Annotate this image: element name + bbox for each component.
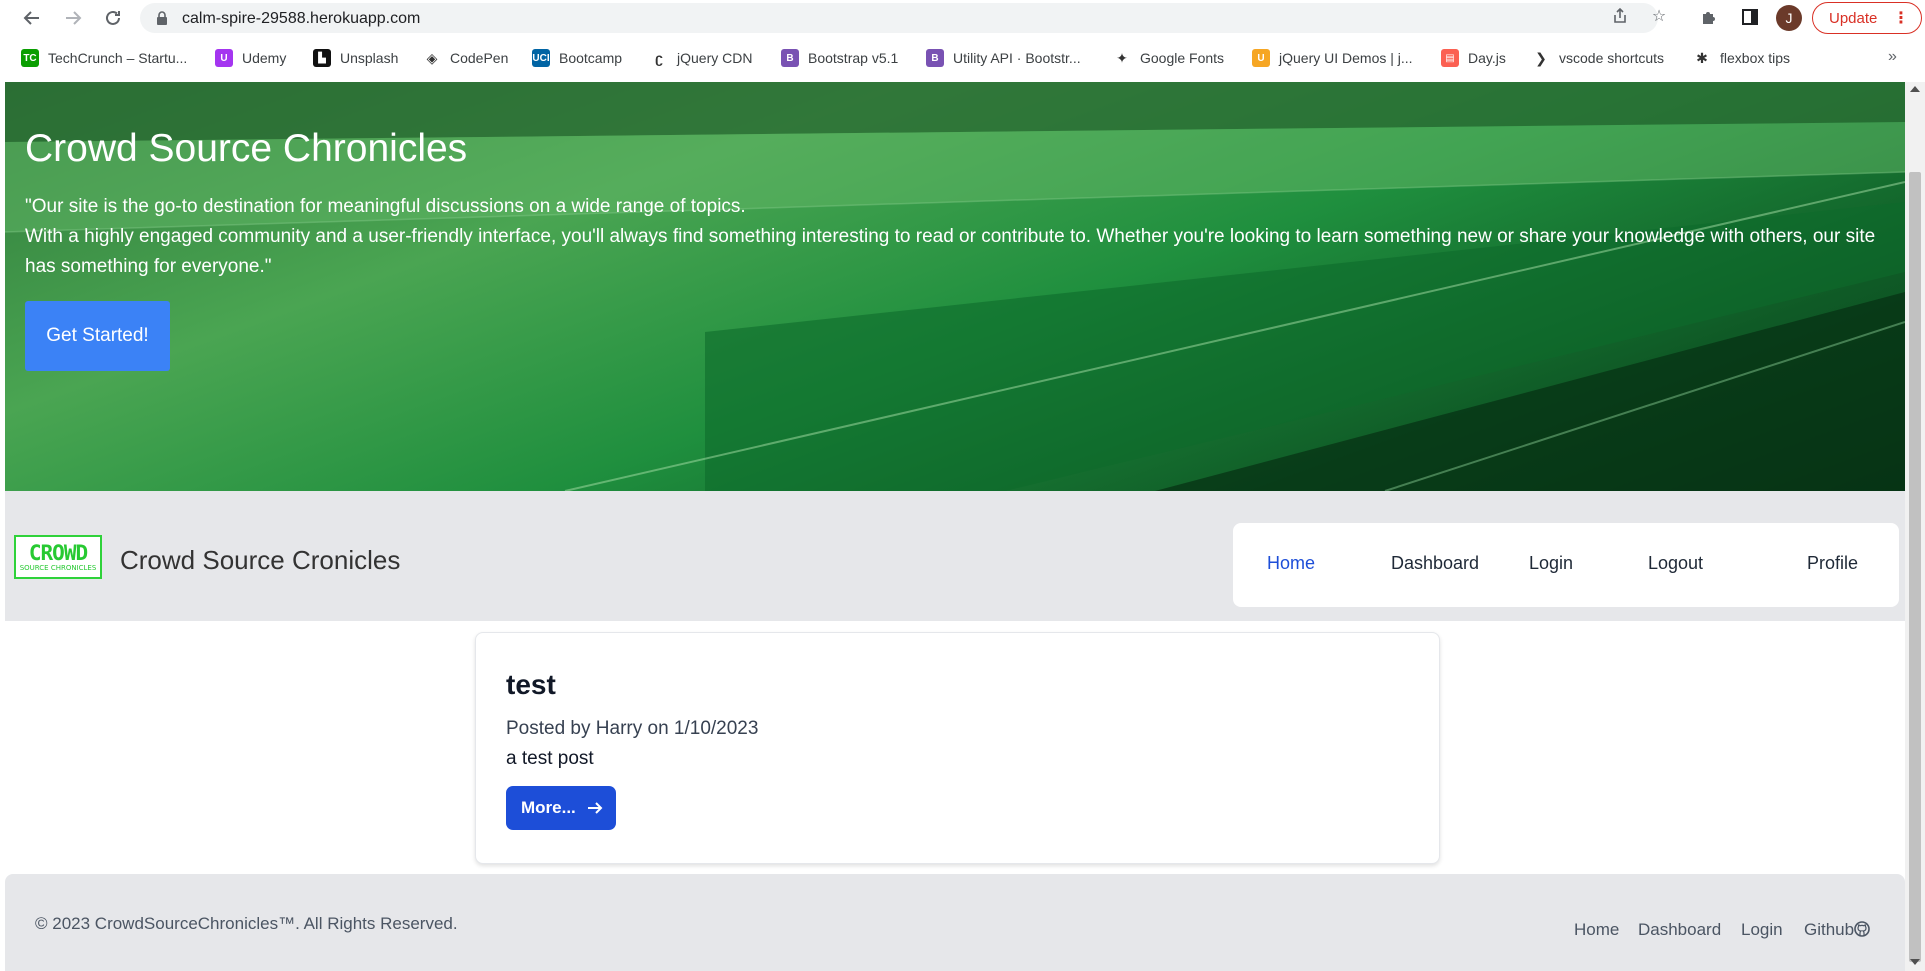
arrow-right-icon xyxy=(586,799,604,822)
brand-name[interactable]: Crowd Source Cronicles xyxy=(120,545,400,576)
jquery-ui-icon: U xyxy=(1252,49,1270,67)
nav-link-login[interactable]: Login xyxy=(1529,553,1573,574)
update-label: Update xyxy=(1829,9,1878,27)
hero-banner: Crowd Source Chronicles "Our site is the… xyxy=(5,82,1905,491)
bookmark-label: jQuery CDN xyxy=(677,50,753,66)
page-scrollbar[interactable] xyxy=(1905,82,1925,971)
kebab-menu-icon[interactable]: ⋮ xyxy=(1893,8,1909,28)
get-started-button[interactable]: Get Started! xyxy=(25,301,170,371)
site-footer: © 2023 CrowdSourceChronicles™. All Right… xyxy=(5,874,1905,971)
scrollbar-thumb[interactable] xyxy=(1909,172,1921,962)
update-button[interactable]: Update ⋮ xyxy=(1812,2,1922,34)
bookmark-item[interactable]: ❯ vscode shortcuts xyxy=(1532,46,1664,70)
logo-text-main: CROWD xyxy=(28,540,88,565)
unsplash-icon: ▙ xyxy=(313,49,331,67)
footer-link-login[interactable]: Login xyxy=(1741,920,1783,940)
bookmark-item[interactable]: ▙ Unsplash xyxy=(313,46,398,70)
site-navbar: CROWD SOURCE CHRONICLES Crowd Source Cro… xyxy=(5,491,1905,621)
hero-line-1: "Our site is the go-to destination for m… xyxy=(25,196,746,217)
udemy-icon: U xyxy=(215,49,233,67)
techcrunch-icon: TC xyxy=(21,49,39,67)
flexbox-icon: ✱ xyxy=(1693,49,1711,67)
site-logo[interactable]: CROWD SOURCE CHRONICLES xyxy=(14,535,102,579)
bookmark-item[interactable]: ʗ jQuery CDN xyxy=(650,46,752,70)
nav-menu: Home Dashboard Login Logout Profile xyxy=(1233,523,1899,607)
browser-toolbar: calm-spire-29588.herokuapp.com ☆ J Updat… xyxy=(0,0,1925,36)
bookmarks-bar: TC TechCrunch – Startu... U Udemy ▙ Unsplash ◈… xyxy=(0,46,1925,70)
dayjs-icon: ▤ xyxy=(1441,49,1459,67)
footer-link-github[interactable]: Github xyxy=(1804,920,1870,940)
page-viewport: Crowd Source Chronicles "Our site is the… xyxy=(5,82,1905,971)
bookmark-label: Bootcamp xyxy=(559,50,623,66)
share-icon[interactable] xyxy=(1611,7,1629,25)
scroll-up-arrow-icon[interactable] xyxy=(1910,86,1920,92)
bookmark-item[interactable]: B Bootstrap v5.1 xyxy=(781,46,898,70)
bookmark-label: Utility API · Bootstr... xyxy=(953,50,1081,66)
bookmark-label: Unsplash xyxy=(340,50,399,66)
footer-link-home[interactable]: Home xyxy=(1574,920,1619,940)
back-arrow-icon[interactable] xyxy=(18,4,46,32)
bookmark-label: Udemy xyxy=(242,50,287,66)
nav-link-dashboard[interactable]: Dashboard xyxy=(1391,553,1479,574)
extensions-puzzle-icon[interactable] xyxy=(1698,6,1720,28)
bookmark-item[interactable]: TC TechCrunch – Startu... xyxy=(21,46,187,70)
nav-link-profile[interactable]: Profile xyxy=(1807,553,1858,574)
codepen-icon: ◈ xyxy=(423,49,441,67)
more-label: More... xyxy=(521,798,576,817)
vscode-icon: ❯ xyxy=(1532,49,1550,67)
side-panel-icon[interactable] xyxy=(1739,6,1761,28)
jquery-icon: ʗ xyxy=(650,49,668,67)
more-button[interactable]: More... xyxy=(506,786,616,830)
bootstrap-icon: B xyxy=(926,49,944,67)
profile-avatar[interactable]: J xyxy=(1776,5,1802,31)
github-icon xyxy=(1854,920,1870,939)
nav-link-logout[interactable]: Logout xyxy=(1648,553,1703,574)
bookmark-item[interactable]: UCI Bootcamp xyxy=(532,46,622,70)
nav-link-home[interactable]: Home xyxy=(1267,553,1315,574)
copyright-text: © 2023 CrowdSourceChronicles™. All Right… xyxy=(35,914,458,933)
post-meta: Posted by Harry on 1/10/2023 xyxy=(506,718,759,739)
bookmark-label: jQuery UI Demos | j... xyxy=(1279,50,1413,66)
reload-icon[interactable] xyxy=(99,4,127,32)
footer-github-label: Github xyxy=(1804,920,1855,939)
post-card: test Posted by Harry on 1/10/2023 a test… xyxy=(475,632,1440,864)
bookmark-label: Day.js xyxy=(1468,50,1506,66)
bootstrap-icon: B xyxy=(781,49,799,67)
bookmark-label: vscode shortcuts xyxy=(1559,50,1665,66)
bookmark-item[interactable]: ▤ Day.js xyxy=(1441,46,1506,70)
url-text: calm-spire-29588.herokuapp.com xyxy=(182,10,421,27)
post-body: a test post xyxy=(506,748,594,769)
hero-description: "Our site is the go-to destination for m… xyxy=(25,192,1895,282)
bookmark-item[interactable]: ✱ flexbox tips xyxy=(1693,46,1790,70)
hero-title: Crowd Source Chronicles xyxy=(25,127,468,170)
google-fonts-icon: ✦ xyxy=(1113,49,1131,67)
bookmark-item[interactable]: ✦ Google Fonts xyxy=(1113,46,1224,70)
forward-arrow-icon[interactable] xyxy=(59,4,87,32)
logo-text-sub: SOURCE CHRONICLES xyxy=(19,563,97,572)
uci-icon: UCI xyxy=(532,49,550,67)
post-title: test xyxy=(506,669,556,700)
lock-icon xyxy=(156,11,168,30)
bookmark-label: flexbox tips xyxy=(1720,50,1791,66)
address-bar[interactable]: calm-spire-29588.herokuapp.com xyxy=(140,3,1658,33)
bookmark-item[interactable]: ◈ CodePen xyxy=(423,46,508,70)
bookmark-label: Google Fonts xyxy=(1140,50,1225,66)
scroll-down-arrow-icon[interactable] xyxy=(1910,959,1920,965)
bookmark-star-icon[interactable]: ☆ xyxy=(1650,7,1668,25)
bookmark-label: Bootstrap v5.1 xyxy=(808,50,899,66)
hero-line-2: With a highly engaged community and a us… xyxy=(25,226,1876,277)
bookmark-item[interactable]: U Udemy xyxy=(215,46,286,70)
bookmark-label: TechCrunch – Startu... xyxy=(48,50,188,66)
bookmarks-overflow-icon[interactable]: » xyxy=(1888,48,1897,66)
bookmark-label: CodePen xyxy=(450,50,509,66)
bookmark-item[interactable]: UjQuery UI Demos | j... xyxy=(1252,46,1413,70)
bookmark-item[interactable]: B Utility API · Bootstr... xyxy=(926,46,1081,70)
footer-link-dashboard[interactable]: Dashboard xyxy=(1638,920,1721,940)
